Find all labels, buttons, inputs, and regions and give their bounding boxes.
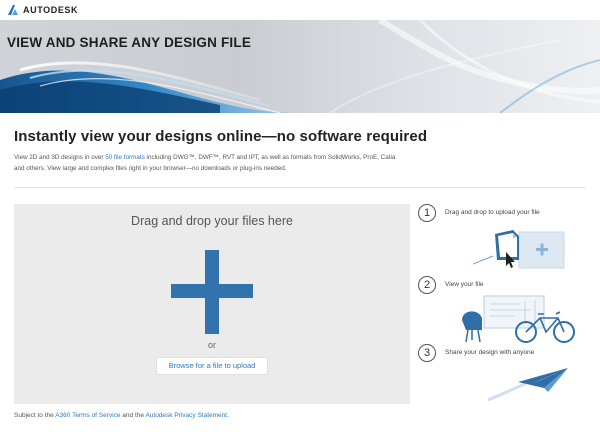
step-number: 3 bbox=[418, 344, 436, 362]
autodesk-logo-icon[interactable] bbox=[7, 4, 19, 16]
hero-banner: VIEW AND SHARE ANY DESIGN FILE bbox=[0, 20, 600, 113]
step-number: 2 bbox=[418, 276, 436, 294]
or-separator: or bbox=[207, 340, 216, 350]
privacy-statement-link[interactable]: Autodesk Privacy Statement bbox=[145, 412, 227, 419]
intro-text-part: and others. View large and complex files… bbox=[14, 165, 287, 172]
step-number: 1 bbox=[418, 204, 436, 222]
step-label: View your file bbox=[445, 281, 484, 288]
paper-plane-icon bbox=[488, 368, 568, 402]
file-drop-zone[interactable]: Drag and drop your files here or Browse … bbox=[14, 204, 410, 404]
terms-text: Subject to the bbox=[14, 412, 56, 419]
step-3: 3 Share your design with anyone bbox=[418, 344, 598, 404]
step-label: Drag and drop to upload your file bbox=[445, 209, 540, 216]
hero-swirl-graphic bbox=[0, 20, 600, 113]
view-file-illustration-icon bbox=[462, 295, 575, 343]
hero-title: VIEW AND SHARE ANY DESIGN FILE bbox=[7, 35, 252, 50]
upload-illustration-icon bbox=[473, 230, 565, 269]
step-1: 1 Drag and drop to upload your file bbox=[418, 204, 598, 274]
brand-name[interactable]: AUTODESK bbox=[23, 5, 78, 15]
plus-icon-bar bbox=[171, 284, 253, 298]
terms-of-service-link[interactable]: A360 Terms of Service bbox=[55, 412, 120, 419]
step-2: 2 View your file bbox=[418, 276, 598, 346]
terms-text: . bbox=[227, 412, 229, 419]
browse-file-button[interactable]: Browse for a file to upload bbox=[156, 357, 268, 375]
terms-notice: Subject to the A360 Terms of Service and… bbox=[14, 412, 229, 419]
terms-text: and the bbox=[120, 412, 146, 419]
drop-zone-title: Drag and drop your files here bbox=[131, 214, 293, 228]
step-label: Share your design with anyone bbox=[445, 349, 535, 356]
divider bbox=[14, 187, 586, 188]
intro-text-part: including DWG™, DWF™, RVT and IPT, as we… bbox=[144, 154, 396, 161]
page-heading: Instantly view your designs online—no so… bbox=[14, 128, 428, 145]
brand-bar: AUTODESK bbox=[0, 0, 600, 20]
intro-description: View 2D and 3D designs in over 50 file f… bbox=[14, 152, 414, 174]
file-formats-link[interactable]: 50 file formats bbox=[105, 154, 145, 161]
intro-text-part: View 2D and 3D designs in over bbox=[14, 154, 106, 161]
